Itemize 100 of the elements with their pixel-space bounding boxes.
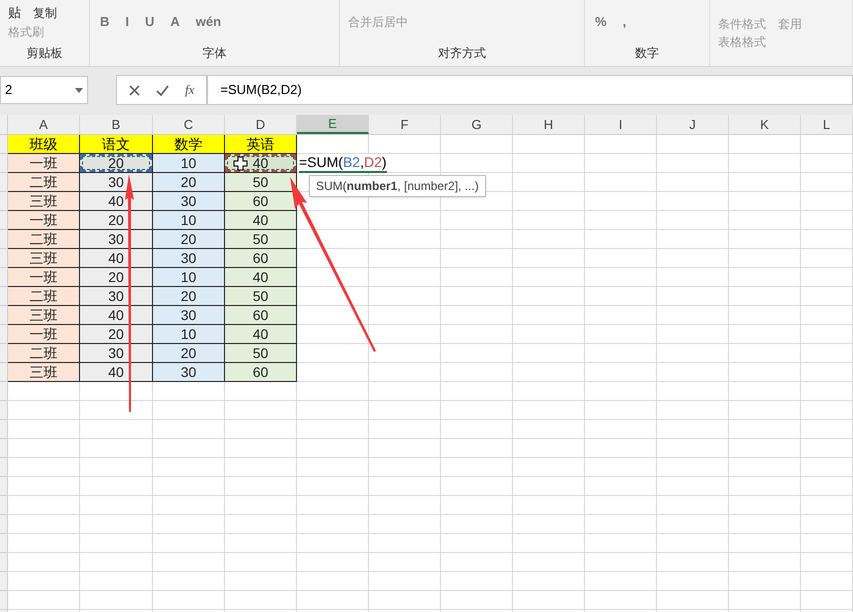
row-header[interactable]	[0, 192, 8, 211]
empty-cell	[585, 154, 657, 173]
row-header[interactable]	[0, 591, 8, 610]
row-header[interactable]	[0, 572, 8, 591]
empty-cell	[153, 420, 225, 439]
column-header[interactable]: G	[441, 115, 513, 134]
empty-cell	[369, 496, 441, 515]
empty-cell	[441, 325, 513, 344]
row-header[interactable]	[0, 382, 8, 401]
empty-cell	[441, 382, 513, 401]
table-cell-text: 20	[108, 268, 124, 286]
table-cell-text: 一班	[30, 268, 58, 286]
empty-cell	[657, 591, 729, 610]
table-cell-text: 30	[108, 230, 124, 248]
table-cell-text: 二班	[30, 172, 58, 192]
table-cell-text: 40	[108, 248, 124, 268]
row-header[interactable]	[0, 439, 8, 458]
column-header[interactable]: E	[297, 115, 369, 134]
empty-cell	[153, 382, 225, 401]
empty-cell	[585, 268, 657, 287]
column-header[interactable]: L	[801, 115, 853, 134]
column-header[interactable]: I	[585, 115, 657, 134]
format-button[interactable]: B	[94, 12, 116, 32]
dropdown-icon	[75, 88, 83, 92]
empty-cell	[657, 344, 729, 363]
column-header[interactable]: J	[657, 115, 729, 134]
column-header[interactable]: H	[513, 115, 585, 134]
check-icon[interactable]	[156, 84, 169, 96]
empty-cell	[585, 249, 657, 268]
empty-cell	[729, 230, 801, 249]
table-cell-text: 50	[252, 172, 268, 192]
format-button[interactable]: A	[164, 12, 186, 32]
empty-cell	[441, 211, 513, 230]
row-header[interactable]	[0, 306, 8, 325]
row-header[interactable]	[0, 287, 8, 306]
table-cell-text: 40	[252, 268, 268, 286]
empty-cell	[801, 458, 853, 477]
empty-cell	[513, 173, 585, 192]
row-header[interactable]	[0, 154, 8, 173]
format-button[interactable]: U	[139, 12, 160, 32]
row-header[interactable]	[0, 496, 8, 515]
format-button[interactable]: I	[119, 12, 136, 32]
empty-cell	[441, 515, 513, 534]
empty-cell	[369, 268, 441, 287]
table-cell-text: 50	[252, 286, 268, 306]
empty-cell	[369, 401, 441, 420]
column-header[interactable]: A	[8, 115, 80, 134]
table-cell-text: 20	[108, 154, 124, 172]
cancel-icon[interactable]	[129, 84, 140, 96]
table-cell-text: 一班	[30, 210, 58, 230]
empty-cell	[801, 230, 853, 249]
empty-cell	[657, 420, 729, 439]
row-header[interactable]	[0, 344, 8, 363]
row-header[interactable]	[0, 135, 8, 154]
empty-cell	[513, 591, 585, 610]
row-header[interactable]	[0, 534, 8, 553]
empty-cell	[801, 382, 853, 401]
column-header[interactable]: C	[153, 115, 225, 134]
empty-cell	[441, 496, 513, 515]
row-header[interactable]	[0, 268, 8, 287]
empty-cell	[369, 382, 441, 401]
empty-cell	[297, 439, 369, 458]
paste-label[interactable]: 贴	[4, 3, 25, 23]
empty-cell	[729, 382, 801, 401]
empty-cell	[729, 515, 801, 534]
row-header[interactable]	[0, 211, 8, 230]
empty-cell	[729, 534, 801, 553]
row-header[interactable]	[0, 515, 8, 534]
row-header[interactable]	[0, 249, 8, 268]
row-header[interactable]	[0, 363, 8, 382]
row-header[interactable]	[0, 458, 8, 477]
row-header[interactable]	[0, 553, 8, 572]
format-button[interactable]: wén	[190, 12, 228, 32]
name-box[interactable]: 2	[0, 76, 88, 104]
formula-field[interactable]: =SUM(B2,D2)	[207, 75, 853, 105]
empty-cell	[297, 420, 369, 439]
row-header[interactable]	[0, 325, 8, 344]
row-header[interactable]	[0, 173, 8, 192]
formula-edit[interactable]: =SUM(B2,D2)	[299, 154, 387, 173]
column-header[interactable]: B	[80, 115, 153, 134]
empty-cell	[513, 458, 585, 477]
insert-function-button[interactable]: fx	[185, 80, 194, 100]
row-header[interactable]	[0, 401, 8, 420]
empty-cell	[657, 192, 729, 211]
row-header[interactable]	[0, 477, 8, 496]
empty-cell	[585, 534, 657, 553]
empty-cell	[441, 268, 513, 287]
empty-cell	[657, 173, 729, 192]
empty-cell	[369, 591, 441, 610]
empty-cell	[369, 553, 441, 572]
empty-cell	[801, 553, 853, 572]
row-header[interactable]	[0, 230, 8, 249]
empty-cell	[513, 306, 585, 325]
row-header[interactable]	[0, 420, 8, 439]
format-button[interactable]: ,	[616, 12, 632, 32]
empty-cell	[153, 401, 225, 420]
ribbon-command[interactable]: 复制	[29, 4, 61, 22]
column-header[interactable]: K	[729, 115, 801, 134]
format-button[interactable]: %	[589, 12, 613, 32]
column-header[interactable]: F	[369, 115, 441, 134]
